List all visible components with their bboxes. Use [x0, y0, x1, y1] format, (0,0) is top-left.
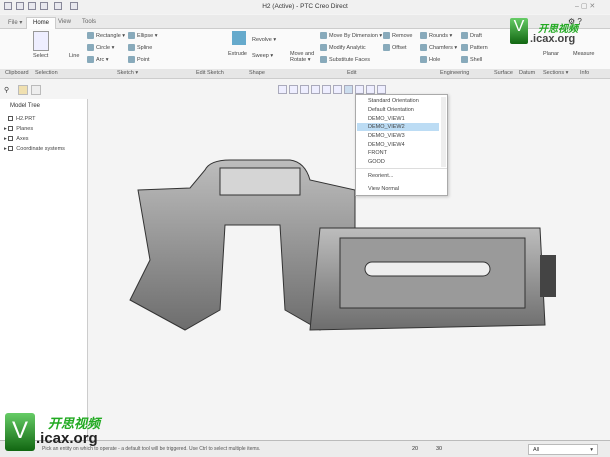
line-button[interactable]: Line	[69, 53, 79, 59]
tab-file[interactable]: File ▾	[2, 17, 28, 29]
modify-analytic-button[interactable]: Modify Analytic	[320, 44, 366, 51]
menu-divider	[356, 168, 447, 169]
revolve-button[interactable]: Revolve ▾	[252, 37, 276, 43]
hole-button[interactable]: Hole	[420, 56, 440, 63]
tree-item-planes[interactable]: ▸ Planes	[4, 126, 33, 132]
chamfers-button[interactable]: Chamfers ▾	[420, 44, 457, 51]
menu-item[interactable]: DEMO_VIEW4	[368, 141, 438, 149]
tree-item-root[interactable]: H2.PRT	[8, 116, 35, 122]
watermark-url-top: .icax.org	[530, 33, 576, 45]
group-info: Info	[580, 70, 590, 76]
window-controls[interactable]: – ▢ ✕	[575, 2, 595, 10]
group-edit: Edit	[347, 70, 357, 76]
group-engineering: Engineering	[440, 70, 470, 76]
point-icon	[128, 56, 135, 63]
move-by-dimension-button[interactable]: Move By Dimension ▾	[320, 32, 382, 39]
menu-scrollbar[interactable]	[441, 97, 446, 167]
datum-display-icon[interactable]	[355, 85, 364, 94]
menu-item[interactable]: FRONT	[368, 149, 438, 157]
sweep-button[interactable]: Sweep ▾	[252, 53, 273, 59]
menu-item[interactable]: DEMO_VIEW3	[368, 132, 438, 140]
rectangle-button[interactable]: Rectangle ▾	[87, 32, 125, 39]
count-2d: 20	[412, 446, 419, 452]
menu-item[interactable]: DEMO_VIEW1	[368, 115, 438, 123]
circle-icon	[87, 44, 94, 51]
select-icon[interactable]	[33, 31, 49, 51]
extrude-icon	[232, 31, 246, 45]
model-tree-title: Model Tree	[10, 103, 41, 109]
rectangle-icon	[87, 32, 94, 39]
model-tree-panel: Model Tree H2.PRT ▸ Planes ▸ Axes ▸ Coor…	[0, 99, 88, 440]
group-selection[interactable]: Selection	[35, 70, 58, 76]
pattern-button[interactable]: Pattern	[461, 44, 488, 51]
saved-orientations-menu: Standard Orientation Default Orientation…	[355, 94, 448, 196]
tab-tools[interactable]: Tools	[76, 17, 102, 29]
count-3d: 30	[436, 446, 443, 452]
title-bar: H2 (Active) - PTC Creo Direct – ▢ ✕	[0, 0, 610, 14]
substitute-faces-button[interactable]: Substitute Faces	[320, 56, 370, 63]
arc-icon	[87, 56, 94, 63]
menu-item[interactable]: GOOD	[368, 158, 438, 166]
zoom-out-icon[interactable]	[300, 85, 309, 94]
group-sections[interactable]: Sections ▾	[543, 70, 568, 76]
rounds-button[interactable]: Rounds ▾	[420, 32, 452, 39]
reorient-item[interactable]: Reorient...	[368, 172, 438, 180]
watermark-logo: V	[5, 413, 35, 451]
select-button[interactable]: Select	[33, 53, 48, 59]
3d-model-viewport[interactable]	[120, 150, 560, 340]
group-datum: Datum	[519, 70, 536, 76]
move-rotate-button[interactable]: Move and Rotate ▾	[290, 51, 320, 63]
group-edit-sketch: Edit Sketch	[196, 70, 224, 76]
draft-button[interactable]: Draft	[461, 32, 482, 39]
offset-button[interactable]: Offset	[383, 44, 407, 51]
menu-item[interactable]: Default Orientation	[368, 106, 438, 114]
tree-item-axes[interactable]: ▸ Axes	[4, 136, 29, 142]
zoom-in-icon[interactable]	[289, 85, 298, 94]
group-clipboard: Clipboard	[5, 70, 29, 76]
menu-item-selected[interactable]: DEMO_VIEW2	[357, 123, 439, 131]
spline-icon	[128, 44, 135, 51]
tab-view[interactable]: View	[52, 17, 77, 29]
display-style-icon[interactable]	[322, 85, 331, 94]
group-surface: Surface	[494, 70, 513, 76]
refit-icon[interactable]	[278, 85, 287, 94]
measure-button[interactable]: Measure	[573, 51, 594, 57]
annotation-icon[interactable]	[377, 85, 386, 94]
menu-item[interactable]: Standard Orientation	[368, 97, 438, 105]
spin-center-icon[interactable]	[366, 85, 375, 94]
view-normal-item[interactable]: View Normal	[368, 185, 438, 193]
ellipse-icon	[128, 32, 135, 39]
group-sketch[interactable]: Sketch ▾	[117, 70, 138, 76]
saved-orientations-icon[interactable]	[344, 85, 353, 94]
shell-button[interactable]: Shell	[461, 56, 482, 63]
model-tree-tab-icon[interactable]: ⚲	[4, 86, 9, 94]
extrude-button[interactable]: Extrude	[228, 51, 247, 57]
point-button[interactable]: Point	[128, 56, 150, 63]
tree-item-csys[interactable]: ▸ Coordinate systems	[4, 146, 65, 152]
ellipse-button[interactable]: Ellipse ▾	[128, 32, 158, 39]
circle-button[interactable]: Circle ▾	[87, 44, 114, 51]
spline-button[interactable]: Spline	[128, 44, 152, 51]
watermark-logo-top: V	[510, 18, 528, 44]
arc-button[interactable]: Arc ▾	[87, 56, 109, 63]
group-shape: Shape	[249, 70, 265, 76]
selection-filter-dropdown[interactable]: All ▾	[528, 444, 598, 455]
repaint-icon[interactable]	[311, 85, 320, 94]
folder-tab-icon[interactable]	[18, 85, 28, 95]
ribbon-group-labels: Clipboard Selection Sketch ▾ Edit Sketch…	[0, 69, 610, 79]
planar-button[interactable]: Planar	[543, 51, 559, 57]
shading-icon[interactable]	[333, 85, 342, 94]
remove-button[interactable]: Remove	[383, 32, 412, 39]
favorites-tab-icon[interactable]	[31, 85, 41, 95]
window-title: H2 (Active) - PTC Creo Direct	[262, 3, 348, 10]
watermark-url: .icax.org	[36, 430, 98, 447]
